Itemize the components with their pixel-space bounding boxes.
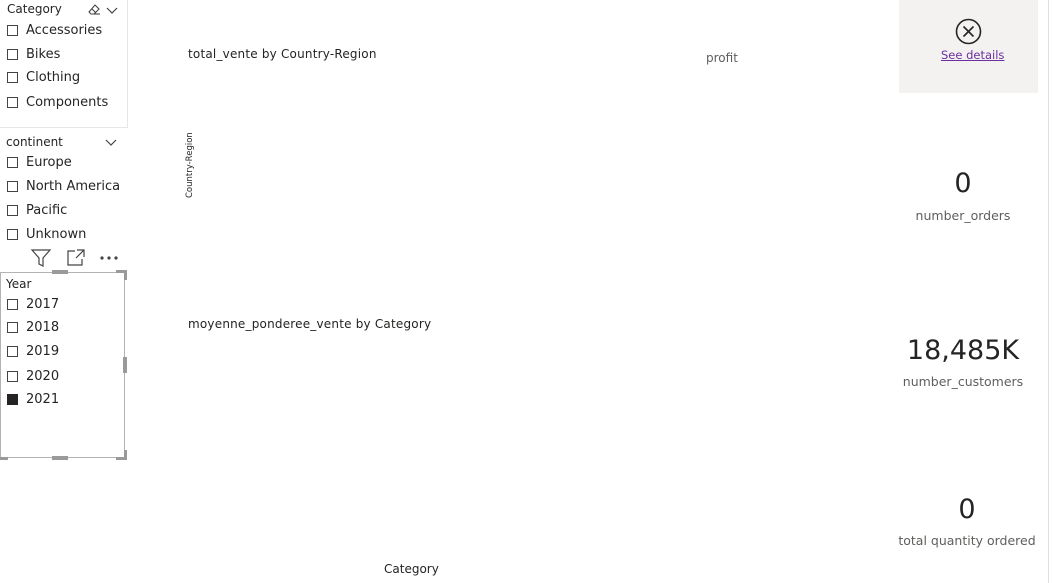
resize-handle-corner-bl[interactable]: [0, 457, 8, 460]
continent-item-north-america[interactable]: North America: [7, 176, 120, 196]
year-item-2021[interactable]: 2021: [7, 389, 59, 409]
checkbox[interactable]: [7, 298, 18, 310]
item-label: Unknown: [26, 226, 87, 242]
card-value-number-customers: 18,485K: [906, 335, 1020, 366]
more-options-icon[interactable]: [99, 250, 121, 269]
checkbox[interactable]: [7, 180, 18, 192]
year-slicer-title: Year: [6, 277, 32, 291]
resize-handle-corner-br-v[interactable]: [124, 450, 127, 460]
checkbox[interactable]: [7, 156, 18, 168]
checkbox[interactable]: [7, 228, 18, 240]
see-details-link[interactable]: See details: [941, 48, 1004, 62]
checkbox[interactable]: [7, 345, 18, 357]
category-item-components[interactable]: Components: [7, 92, 108, 112]
chart-category-title: moyenne_ponderee_vente by Category: [188, 317, 432, 331]
checkbox-checked[interactable]: [7, 393, 18, 405]
category-slicer: Category Accessories Bikes Clothing Comp…: [0, 0, 128, 128]
category-item-clothing[interactable]: Clothing: [7, 67, 80, 87]
year-item-2017[interactable]: 2017: [7, 294, 59, 314]
filter-icon[interactable]: [30, 248, 52, 272]
category-item-bikes[interactable]: Bikes: [7, 44, 60, 64]
resize-handle-top[interactable]: [52, 270, 68, 274]
checkbox[interactable]: [7, 24, 18, 36]
checkbox[interactable]: [7, 370, 18, 382]
eraser-icon[interactable]: [86, 1, 102, 21]
year-slicer[interactable]: Year 2017 2018 2019 2020 2021: [0, 272, 125, 458]
item-label: 2019: [26, 343, 60, 359]
year-item-2019[interactable]: 2019: [7, 341, 59, 361]
card-label-number-orders: number_orders: [915, 208, 1011, 223]
item-label: 2021: [26, 391, 60, 407]
chart-profit-title: profit: [706, 51, 738, 65]
checkbox[interactable]: [7, 204, 18, 216]
continent-slicer-title: continent: [6, 135, 63, 149]
year-item-2018[interactable]: 2018: [7, 317, 59, 337]
category-slicer-title: Category: [7, 2, 62, 16]
card-label-total-quantity: total quantity ordered: [898, 533, 1036, 548]
chevron-down-icon[interactable]: [104, 134, 118, 153]
item-label: 2017: [26, 296, 60, 312]
resize-handle-corner-tr-v[interactable]: [124, 270, 127, 280]
card-label-number-customers: number_customers: [902, 374, 1024, 389]
category-item-accessories[interactable]: Accessories: [7, 20, 102, 40]
item-label: Pacific: [26, 202, 68, 218]
continent-slicer: continent Europe North America Pacific U…: [0, 130, 127, 250]
item-label: Europe: [26, 154, 72, 170]
visual-header-toolbar: [30, 248, 125, 268]
item-label: Accessories: [26, 22, 103, 38]
checkbox[interactable]: [7, 96, 18, 108]
canvas-edge: [1048, 0, 1049, 583]
item-label: 2020: [26, 368, 60, 384]
error-card: See details: [899, 0, 1038, 93]
item-label: Bikes: [26, 46, 61, 62]
continent-item-unknown[interactable]: Unknown: [7, 224, 86, 244]
continent-item-europe[interactable]: Europe: [7, 152, 72, 172]
close-circle-icon: [955, 18, 982, 49]
continent-item-pacific[interactable]: Pacific: [7, 200, 67, 220]
card-value-number-orders: 0: [954, 168, 972, 199]
resize-handle-right[interactable]: [123, 357, 127, 373]
checkbox[interactable]: [7, 71, 18, 83]
focus-mode-icon[interactable]: [66, 248, 86, 272]
item-label: 2018: [26, 319, 60, 335]
card-value-total-quantity: 0: [958, 494, 976, 525]
checkbox[interactable]: [7, 48, 18, 60]
item-label: Components: [26, 94, 109, 110]
item-label: North America: [26, 178, 121, 194]
resize-handle-bottom[interactable]: [52, 456, 68, 460]
item-label: Clothing: [26, 69, 81, 85]
year-item-2020[interactable]: 2020: [7, 366, 59, 386]
chart-category-x-axis-title: Category: [384, 562, 439, 576]
chevron-down-icon[interactable]: [105, 2, 119, 21]
chart-country-y-axis-title: Country-Region: [185, 132, 195, 198]
checkbox[interactable]: [7, 321, 18, 333]
chart-country-title: total_vente by Country-Region: [188, 47, 377, 61]
